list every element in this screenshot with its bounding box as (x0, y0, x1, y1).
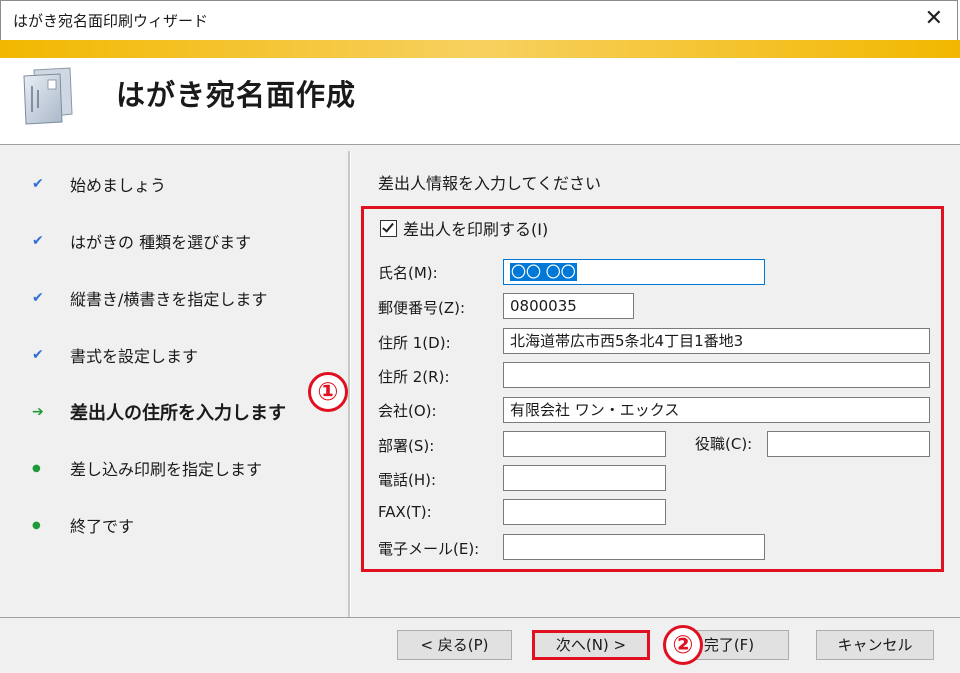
print-sender-checkbox[interactable]: 差出人を印刷する(I) (380, 216, 548, 240)
step-item: ✔ 縦書き/横書きを指定します (32, 284, 267, 312)
button-bar: < 戻る(P) 次へ(N) > 完了(F) キャンセル ② (0, 617, 960, 673)
cancel-button[interactable]: キャンセル (816, 630, 934, 660)
postal-label: 郵便番号(Z): (378, 299, 466, 317)
step-item: ✔ はがきの 種類を選びます (32, 227, 251, 255)
close-icon[interactable]: ✕ (925, 7, 943, 31)
marker-2: ② (663, 625, 703, 665)
marker-1: ① (308, 372, 348, 412)
address2-label: 住所 2(R): (378, 368, 450, 386)
postcard-icon (23, 67, 73, 125)
address1-field[interactable]: 北海道帯広市西5条北4丁目1番地3 (503, 328, 930, 354)
step-label: 縦書き/横書きを指定します (70, 290, 268, 309)
step-item: ● 差し込み印刷を指定します (32, 454, 262, 482)
email-field[interactable] (503, 534, 765, 560)
department-field[interactable] (503, 431, 666, 457)
wizard-body: ✔ 始めましょう ✔ はがきの 種類を選びます ✔ 縦書き/横書きを指定します … (0, 145, 960, 617)
fax-label: FAX(T): (378, 503, 432, 521)
phone-label: 電話(H): (378, 471, 437, 489)
step-label: 書式を設定します (70, 347, 199, 366)
step-item: ● 終了です (32, 511, 134, 539)
postal-code-field[interactable]: 0800035 (503, 293, 634, 319)
fax-field[interactable] (503, 499, 666, 525)
print-sender-label: 差出人を印刷する(I) (403, 220, 549, 239)
address2-field[interactable] (503, 362, 930, 388)
wizard-header: はがき宛名面作成 (0, 58, 960, 145)
bullet-icon: ● (32, 519, 41, 531)
arrow-right-icon: ➔ (32, 404, 44, 420)
checkbox-checked[interactable] (380, 219, 397, 237)
step-item: ✔ 始めましょう (32, 170, 166, 198)
job-title-label: 役職(C): (695, 435, 753, 453)
step-label: 差し込み印刷を指定します (70, 460, 263, 479)
checkmark-icon: ✔ (32, 233, 44, 249)
step-label: 始めましょう (70, 176, 167, 195)
email-label: 電子メール(E): (378, 540, 480, 558)
address1-label: 住所 1(D): (378, 334, 451, 352)
step-label: 差出人の住所を入力します (70, 403, 286, 424)
form-prompt: 差出人情報を入力してください (378, 174, 602, 193)
department-label: 部署(S): (378, 437, 435, 455)
page-title: はがき宛名面作成 (116, 78, 357, 112)
company-label: 会社(O): (378, 402, 437, 420)
title-bar: はがき宛名面印刷ウィザード ✕ (0, 0, 958, 40)
name-value: 〇〇 〇〇 (510, 263, 577, 281)
accent-band (0, 40, 960, 58)
back-button[interactable]: < 戻る(P) (397, 630, 512, 660)
step-list: ✔ 始めましょう ✔ はがきの 種類を選びます ✔ 縦書き/横書きを指定します … (0, 145, 345, 617)
step-label: はがきの 種類を選びます (70, 233, 252, 252)
next-button[interactable]: 次へ(N) > (532, 630, 650, 660)
step-item: ✔ 書式を設定します (32, 341, 198, 369)
step-label: 終了です (70, 517, 135, 536)
checkmark-icon: ✔ (32, 347, 44, 363)
checkmark-icon: ✔ (32, 176, 44, 192)
name-field[interactable]: 〇〇 〇〇 (503, 259, 765, 285)
job-title-field[interactable] (767, 431, 930, 457)
step-item-current: ➔ 差出人の住所を入力します (32, 398, 286, 426)
name-label: 氏名(M): (378, 264, 438, 282)
company-field[interactable]: 有限会社 ワン・エックス (503, 397, 930, 423)
window-title: はがき宛名面印刷ウィザード (13, 12, 209, 30)
bullet-icon: ● (32, 462, 41, 474)
panel-divider (348, 151, 351, 617)
phone-field[interactable] (503, 465, 666, 491)
checkmark-icon: ✔ (32, 290, 44, 306)
